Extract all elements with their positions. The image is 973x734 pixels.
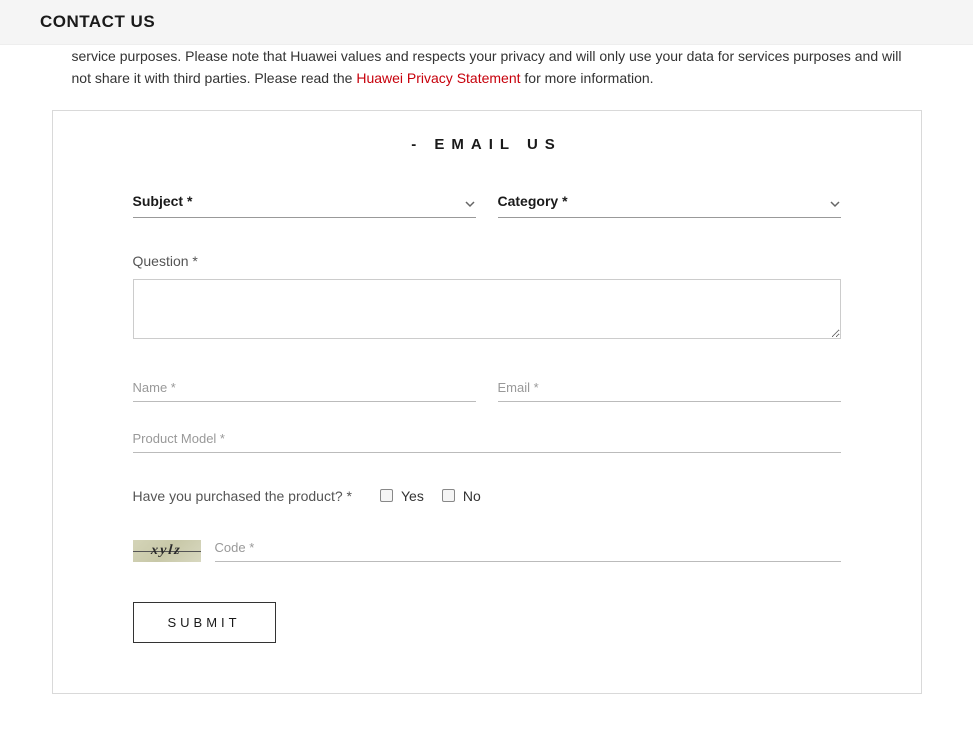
- form-title: - EMAIL US: [133, 136, 841, 153]
- chevron-down-icon: [464, 197, 474, 207]
- purchased-question-label: Have you purchased the product? *: [133, 488, 352, 504]
- product-model-input[interactable]: [133, 431, 841, 446]
- name-input[interactable]: [133, 380, 476, 395]
- captcha-image[interactable]: xylz: [133, 540, 201, 562]
- email-form-card: - EMAIL US Subject * Category * Question…: [52, 110, 922, 694]
- no-checkbox[interactable]: [442, 489, 455, 502]
- captcha-text: xylz: [151, 543, 183, 559]
- header-bar: CONTACT US: [0, 0, 973, 45]
- no-label: No: [463, 488, 481, 504]
- question-textarea[interactable]: [133, 279, 841, 339]
- purchased-question-row: Have you purchased the product? * Yes No: [133, 488, 841, 504]
- category-label: Category *: [498, 193, 568, 209]
- category-select[interactable]: Category *: [498, 193, 841, 218]
- chevron-down-icon: [829, 197, 839, 207]
- page-title: CONTACT US: [40, 12, 933, 32]
- subject-select[interactable]: Subject *: [133, 193, 476, 218]
- subject-label: Subject *: [133, 193, 193, 209]
- privacy-statement-link[interactable]: Huawei Privacy Statement: [356, 70, 520, 86]
- email-input[interactable]: [498, 380, 841, 395]
- intro-text-2: for more information.: [521, 70, 654, 86]
- intro-paragraph: service purposes. Please note that Huawe…: [52, 45, 922, 90]
- code-input[interactable]: [215, 540, 841, 555]
- yes-label: Yes: [401, 488, 424, 504]
- question-label: Question *: [133, 253, 841, 269]
- yes-checkbox[interactable]: [380, 489, 393, 502]
- submit-button[interactable]: SUBMIT: [133, 602, 276, 643]
